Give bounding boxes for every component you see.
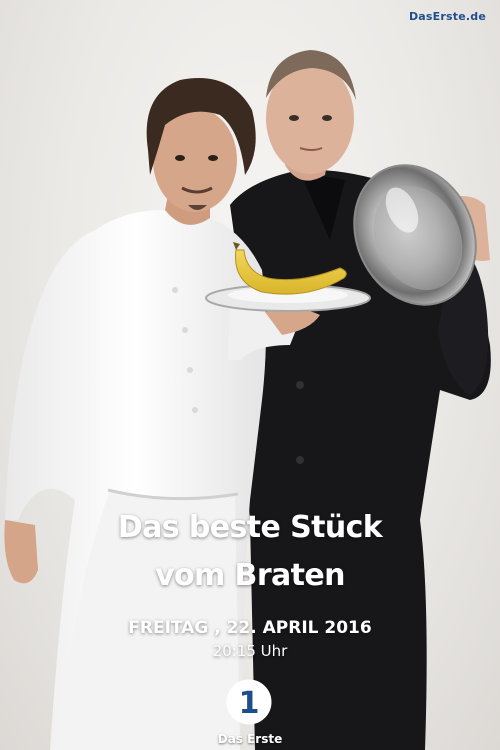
movie-title-line-1: Das beste Stück [117,510,383,545]
logo-number: 1 [239,686,260,721]
movie-title-line-2: vom Braten [155,558,345,593]
broadcast-date: FREITAG , 22. APRIL 2016 [128,618,372,638]
movie-poster: DasErste.de Das beste Stück vom Braten F… [0,0,500,750]
channel-name: Das Erste [217,732,283,746]
broadcast-time: 20:15 Uhr [212,642,288,660]
brand-url[interactable]: DasErste.de [409,10,486,23]
